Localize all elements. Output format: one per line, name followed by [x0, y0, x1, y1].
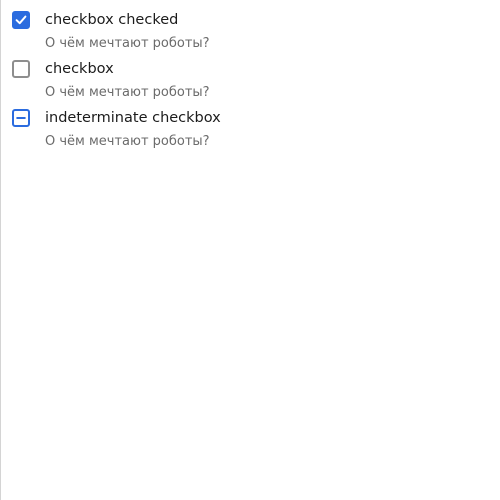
- checkbox-description: О чём мечтают роботы?: [45, 134, 210, 149]
- checkbox-item-indeterminate[interactable]: indeterminate checkbox О чём мечтают роб…: [12, 98, 500, 149]
- checkbox-list: checkbox checked О чём мечтают роботы? c…: [12, 0, 500, 149]
- minus-icon: [16, 117, 26, 119]
- checkbox-item-unchecked[interactable]: checkbox О чём мечтают роботы?: [12, 49, 500, 100]
- checkbox-label[interactable]: checkbox: [45, 60, 114, 78]
- checkbox-label[interactable]: indeterminate checkbox: [45, 109, 221, 127]
- checkbox-label[interactable]: checkbox checked: [45, 11, 178, 29]
- checkbox-indeterminate[interactable]: [12, 109, 30, 127]
- checkbox-checked[interactable]: [12, 11, 30, 29]
- checkbox-item-checked[interactable]: checkbox checked О чём мечтают роботы?: [12, 0, 500, 51]
- check-icon: [15, 15, 27, 25]
- checkbox-unchecked[interactable]: [12, 60, 30, 78]
